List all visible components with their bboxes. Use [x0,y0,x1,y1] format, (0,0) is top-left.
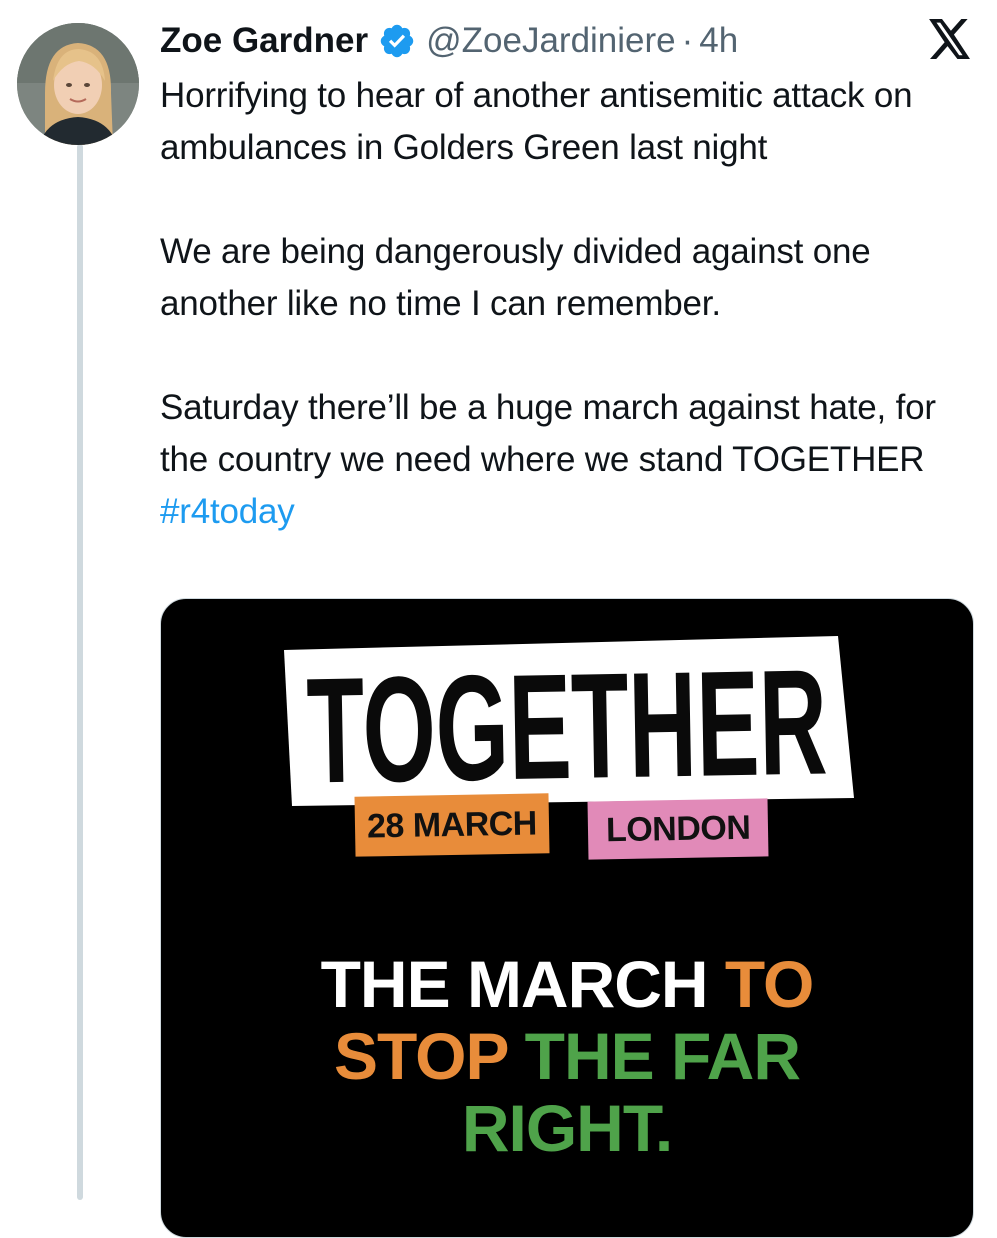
user-avatar-icon [17,23,139,145]
author-handle[interactable]: @ZoeJardiniere [426,21,676,61]
slogan-word: RIGHT. [461,1091,673,1165]
slogan-line-2: STOP THE FAR [160,1020,974,1092]
march-date-tag: 28 MARCH [354,793,550,857]
march-slogan: THE MARCH TO STOP THE FAR RIGHT. [160,948,974,1164]
slogan-line-3: RIGHT. [160,1092,974,1164]
hashtag-link[interactable]: #r4today [160,492,295,531]
thread-connector-line [77,144,83,1200]
verified-badge-icon [380,24,414,58]
post-header: Zoe Gardner @ZoeJardiniere · 4h [160,14,738,68]
author-avatar[interactable] [17,23,139,145]
post-body: Horrifying to hear of another antisemiti… [160,70,980,538]
slogan-line-1: THE MARCH TO [160,948,974,1020]
x-logo-icon[interactable] [928,19,972,59]
post-paragraph-last: Saturday there’ll be a huge march agains… [160,382,980,538]
post-timestamp[interactable]: 4h [699,21,738,61]
together-banner: TOGETHER [284,636,854,808]
banner-title: TOGETHER [306,637,829,808]
post-paragraph: Horrifying to hear of another antisemiti… [160,76,913,167]
post-paragraph-text: Saturday there’ll be a huge march agains… [160,388,936,479]
author-display-name[interactable]: Zoe Gardner [160,21,368,61]
slogan-word: STOP [334,1019,508,1093]
post-paragraph: We are being dangerously divided against… [160,232,871,323]
slogan-word: THE FAR [524,1019,801,1093]
header-separator: · [681,21,694,60]
slogan-word: TO [724,947,814,1021]
slogan-word: THE MARCH [320,947,709,1021]
march-city-tag: LONDON [587,798,769,860]
